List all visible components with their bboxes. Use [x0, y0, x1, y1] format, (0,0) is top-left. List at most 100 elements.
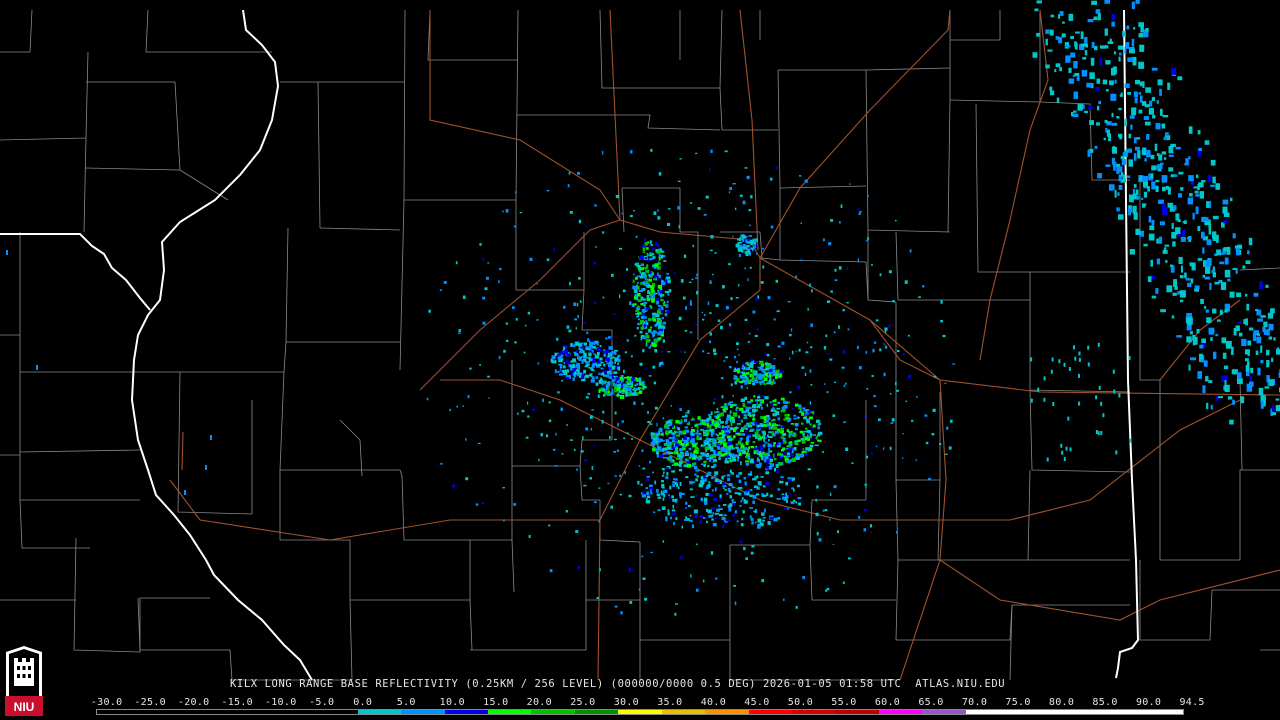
echo-pixel [756, 375, 758, 379]
echo-pixel [680, 459, 683, 462]
echo-pixel [756, 449, 759, 453]
echo-pixel [691, 429, 696, 432]
echo-pixel [1258, 387, 1264, 396]
echo-pixel [36, 365, 38, 370]
echo-pixel [1197, 226, 1201, 232]
echo-pixel [697, 450, 699, 454]
echo-pixel [595, 246, 597, 248]
echo-pixel [695, 478, 699, 482]
echo-pixel [787, 479, 792, 482]
echo-pixel [662, 497, 665, 501]
echo-pixel [1266, 349, 1270, 356]
echo-pixel [660, 309, 663, 314]
echo-pixel [1121, 158, 1126, 166]
echo-pixel [737, 459, 739, 462]
echo-pixel [675, 603, 678, 605]
echo-pixel [660, 492, 663, 495]
echo-pixel [1197, 258, 1203, 261]
echo-pixel [1215, 395, 1219, 402]
echo-pixel [784, 507, 788, 510]
echo-pixel [823, 238, 825, 242]
echo-pixel [837, 530, 839, 534]
echo-pixel [1187, 237, 1192, 240]
echo-pixel [609, 361, 614, 365]
echo-pixel [671, 495, 674, 499]
echo-pixel [649, 285, 653, 287]
echo-pixel [672, 498, 676, 502]
echo-pixel [752, 494, 757, 499]
echo-pixel [746, 436, 750, 441]
echo-pixel [1180, 265, 1183, 273]
echo-pixel [675, 443, 680, 447]
echo-pixel [653, 381, 657, 385]
echo-pixel [700, 497, 703, 502]
echo-pixel [660, 294, 665, 297]
echo-pixel [688, 504, 691, 507]
echo-pixel [763, 431, 766, 435]
echo-pixel [1075, 31, 1080, 34]
echo-pixel [749, 459, 754, 464]
echo-pixel [684, 519, 688, 521]
echo-pixel [1260, 345, 1263, 353]
echo-pixel [654, 480, 657, 485]
echo-pixel [792, 477, 795, 481]
echo-pixel [776, 166, 778, 170]
echo-pixel [576, 468, 578, 471]
echo-pixel [1182, 221, 1186, 224]
scale-segment [748, 710, 792, 714]
echo-pixel [618, 358, 621, 363]
echo-pixel [764, 372, 768, 376]
echo-pixel [717, 434, 719, 437]
echo-pixel [745, 462, 750, 466]
echo-pixel [657, 284, 663, 289]
echo-pixel [757, 396, 761, 399]
echo-pixel [689, 480, 693, 485]
echo-pixel [1043, 397, 1046, 402]
echo-pixel [817, 439, 822, 442]
echo-pixel [1149, 225, 1155, 231]
echo-pixel [787, 301, 791, 303]
echo-pixel [633, 289, 637, 293]
echo-pixel [726, 435, 731, 439]
echo-pixel [723, 474, 726, 477]
echo-pixel [755, 253, 758, 255]
echo-pixel [1247, 250, 1250, 255]
echo-pixel [1235, 247, 1240, 256]
echo-pixel [669, 460, 672, 463]
echo-pixel [696, 436, 700, 441]
echo-pixel [1141, 101, 1147, 106]
echo-pixel [664, 447, 667, 451]
echo-pixel [666, 447, 671, 450]
echo-pixel [746, 245, 750, 248]
echo-pixel [537, 362, 540, 365]
echo-pixel [1195, 206, 1199, 215]
echo-pixel [1111, 112, 1114, 117]
echo-pixel [1245, 358, 1249, 362]
echo-pixel [738, 418, 743, 421]
echo-pixel [714, 517, 718, 520]
echo-pixel [725, 356, 729, 359]
echo-pixel [873, 395, 876, 398]
echo-pixel [849, 183, 851, 185]
echo-pixel [481, 502, 485, 504]
echo-pixel [646, 491, 650, 495]
echo-pixel [766, 375, 768, 378]
echo-pixel [1190, 278, 1194, 284]
echo-pixel [1212, 272, 1216, 278]
echo-pixel [946, 426, 949, 430]
echo-pixel [803, 416, 807, 420]
echo-pixel [546, 258, 550, 261]
echo-pixel [755, 493, 760, 496]
echo-pixel [1173, 174, 1178, 177]
echo-pixel [1196, 328, 1200, 334]
echo-pixel [694, 466, 698, 470]
echo-pixel [777, 517, 780, 520]
echo-pixel [1162, 207, 1168, 215]
echo-pixel [672, 483, 675, 487]
echo-pixel [658, 454, 664, 458]
echo-pixel [751, 521, 754, 525]
echo-pixel [805, 447, 810, 451]
echo-pixel [568, 329, 572, 333]
echo-pixel [740, 429, 744, 433]
echo-pixel [465, 438, 467, 441]
